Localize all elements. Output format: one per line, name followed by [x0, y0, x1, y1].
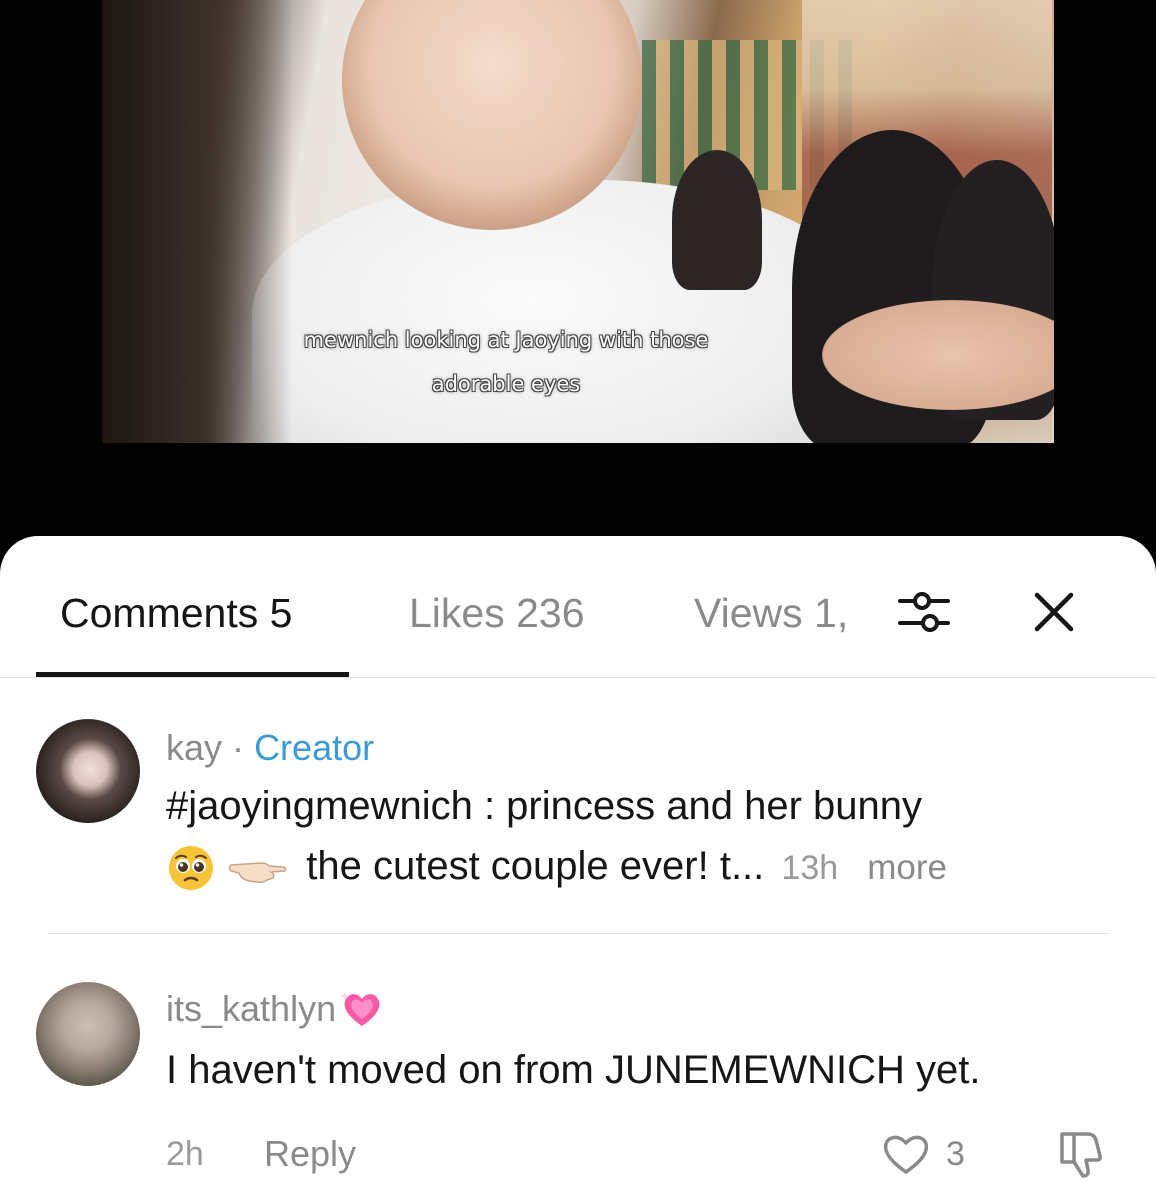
sliders-icon	[898, 592, 950, 632]
thumbs-down-icon	[1060, 1132, 1102, 1178]
tab-views[interactable]: Views 1,	[694, 588, 848, 638]
tab-bar: Comments 5 Likes 236 Views 1,	[0, 536, 1156, 678]
sparkling-heart-icon	[340, 991, 380, 1026]
comment-text: #jaoyingmewnich : princess and her bunny	[166, 776, 1086, 898]
comment-item[interactable]: its_kathlyn I haven't moved on from JUNE…	[0, 980, 1156, 1200]
video-background-person	[672, 150, 762, 290]
comment-timestamp: 2h	[166, 1135, 204, 1173]
comment-item[interactable]: kay · Creator #jaoyingmewnich : princess…	[0, 716, 1156, 936]
tab-likes[interactable]: Likes 236	[409, 588, 585, 638]
close-icon	[1034, 592, 1074, 632]
like-count: 3	[946, 1135, 965, 1173]
tab-bar-divider	[0, 677, 1156, 678]
avatar[interactable]	[36, 982, 140, 1086]
reply-button[interactable]: Reply	[264, 1132, 356, 1176]
comment-author-line: kay · Creator	[166, 726, 374, 770]
comment-author-line: its_kathlyn	[166, 986, 386, 1032]
author-separator: ·	[232, 727, 245, 768]
video-subtitle-line-1: mewnich looking at Jaoying with those	[303, 328, 709, 352]
pointing-hand-icon	[228, 862, 287, 884]
comment-author[interactable]: its_kathlyn	[166, 987, 336, 1031]
video-frame[interactable]: mewnich looking at Jaoying with those ad…	[102, 0, 1054, 443]
dislike-button[interactable]	[1054, 1128, 1114, 1185]
tab-comments[interactable]: Comments 5	[60, 588, 292, 638]
comment-timestamp: 13h	[781, 849, 839, 887]
creator-badge: Creator	[254, 727, 375, 768]
video-subtitle-line-2: adorable eyes	[431, 372, 581, 396]
avatar[interactable]	[36, 719, 140, 823]
filter-button[interactable]	[892, 580, 956, 644]
like-button[interactable]: 3	[880, 1130, 965, 1178]
comment-text-line-1: #jaoyingmewnich : princess and her bunny	[166, 784, 922, 828]
comment-text-line-2: the cutest couple ever! t... 13h more	[166, 836, 1086, 898]
comment-text: I haven't moved on from JUNEMEWNICH yet.	[166, 1048, 981, 1092]
more-link[interactable]: more	[867, 848, 947, 887]
heart-outline-icon	[883, 1135, 929, 1174]
pleading-face-icon	[169, 846, 213, 891]
comment-author[interactable]: kay	[166, 727, 222, 768]
comment-text-continuation: the cutest couple ever! t...	[306, 844, 765, 888]
close-button[interactable]	[1022, 580, 1086, 644]
comments-sheet: Comments 5 Likes 236 Views 1, kay · Crea…	[0, 536, 1156, 1200]
comment-divider	[48, 933, 1110, 934]
app-root: mewnich looking at Jaoying with those ad…	[0, 0, 1156, 1200]
